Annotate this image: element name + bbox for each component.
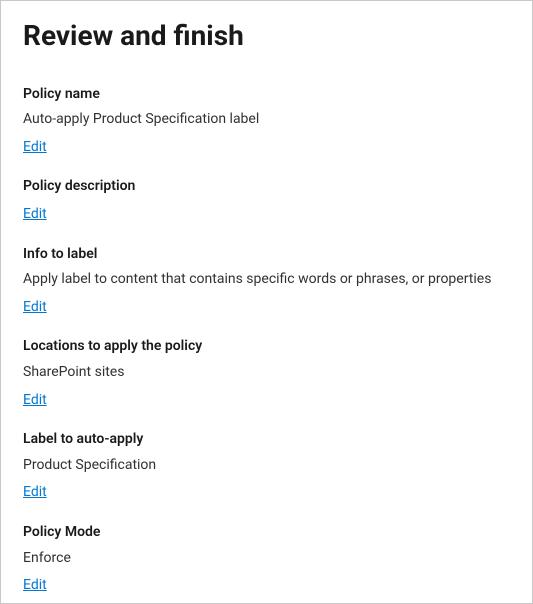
info-to-label-label: Info to label	[23, 245, 510, 265]
policy-name-value: Auto-apply Product Specification label	[23, 110, 510, 130]
section-label-to-apply: Label to auto-apply Product Specificatio…	[23, 430, 510, 503]
page-title: Review and finish	[23, 19, 510, 53]
edit-policy-name-link[interactable]: Edit	[23, 138, 47, 158]
policy-name-label: Policy name	[23, 85, 510, 105]
section-locations: Locations to apply the policy SharePoint…	[23, 337, 510, 410]
policy-mode-value: Enforce	[23, 549, 510, 569]
section-policy-description: Policy description Edit	[23, 177, 510, 224]
edit-policy-mode-link[interactable]: Edit	[23, 576, 47, 596]
section-info-to-label: Info to label Apply label to content tha…	[23, 245, 510, 318]
edit-info-to-label-link[interactable]: Edit	[23, 298, 47, 318]
label-to-apply-value: Product Specification	[23, 456, 510, 476]
info-to-label-value: Apply label to content that contains spe…	[23, 270, 510, 290]
edit-policy-description-link[interactable]: Edit	[23, 205, 47, 225]
edit-label-to-apply-link[interactable]: Edit	[23, 483, 47, 503]
label-to-apply-label: Label to auto-apply	[23, 430, 510, 450]
policy-description-label: Policy description	[23, 177, 510, 197]
section-policy-mode: Policy Mode Enforce Edit	[23, 523, 510, 596]
locations-label: Locations to apply the policy	[23, 337, 510, 357]
policy-mode-label: Policy Mode	[23, 523, 510, 543]
edit-locations-link[interactable]: Edit	[23, 391, 47, 411]
locations-value: SharePoint sites	[23, 363, 510, 383]
section-policy-name: Policy name Auto-apply Product Specifica…	[23, 85, 510, 158]
